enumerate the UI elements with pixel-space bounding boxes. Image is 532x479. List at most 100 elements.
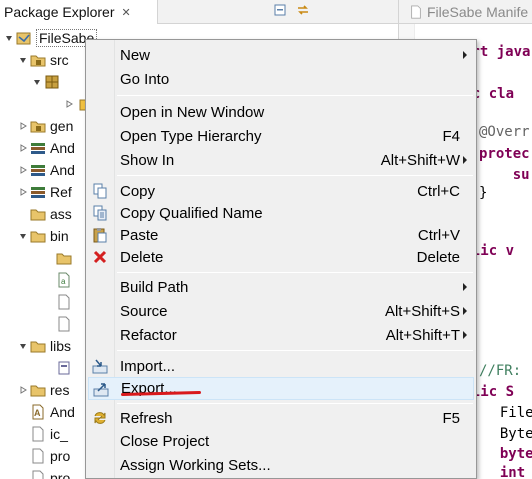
copy-icon	[93, 183, 107, 199]
menu-item-source[interactable]: Source Alt+Shift+S	[88, 300, 474, 323]
tree-item-manifest[interactable]: A And	[28, 401, 75, 423]
menu-item-refactor[interactable]: Refactor Alt+Shift+T	[88, 324, 474, 347]
folder-icon	[56, 253, 72, 265]
tree-item-label: res	[50, 382, 70, 398]
menu-item-label: Assign Working Sets...	[120, 457, 271, 474]
submenu-arrow-icon	[463, 331, 467, 339]
copy-qualified-icon	[93, 205, 107, 221]
tree-item-label: libs	[50, 338, 72, 354]
tree-item-project[interactable]: FileSabe	[4, 27, 98, 49]
tree-item-bin-file[interactable]	[54, 291, 76, 313]
collapsed-arrow-icon[interactable]	[64, 93, 74, 115]
jar-icon	[58, 361, 70, 375]
tab-manifest[interactable]: FileSabe Manife	[409, 0, 528, 24]
menu-item-open-in-new-window[interactable]: Open in New Window	[88, 101, 474, 124]
code-line: Byte	[483, 426, 532, 442]
code-line: @Overr	[479, 124, 530, 140]
collapsed-arrow-icon[interactable]	[18, 115, 28, 137]
tree-item-file[interactable]: pro	[28, 445, 70, 467]
menu-item-label: Paste	[120, 227, 159, 244]
tree-item-file[interactable]: pro	[28, 467, 70, 479]
tree-item-label: src	[50, 52, 69, 68]
expanded-arrow-icon[interactable]	[18, 49, 28, 71]
source-folder-icon	[30, 121, 46, 133]
tree-item-jar[interactable]	[54, 357, 76, 379]
menu-item-open-type-hierarchy[interactable]: Open Type Hierarchy F4	[88, 125, 474, 148]
menu-item-label: Go Into	[120, 71, 170, 88]
collapsed-arrow-icon[interactable]	[18, 159, 28, 181]
explorer-toolbar	[272, 1, 312, 19]
tree-item-bin-file[interactable]: a	[54, 269, 76, 291]
library-icon	[31, 143, 45, 154]
code-line: su	[479, 167, 530, 183]
tree-item-bin-child[interactable]	[44, 247, 76, 269]
menu-item-new[interactable]: New	[88, 44, 474, 67]
menu-item-shortcut: Alt+Shift+T	[385, 327, 460, 344]
menu-item-label: Copy Qualified Name	[120, 205, 263, 222]
collapsed-arrow-icon[interactable]	[18, 181, 28, 203]
tree-item-label: ass	[50, 206, 72, 222]
code-line: //FR:	[479, 363, 522, 379]
menu-item-import[interactable]: Import...	[88, 355, 474, 378]
menu-item-show-in[interactable]: Show In Alt+Shift+W	[88, 149, 474, 172]
link-with-editor-icon[interactable]	[294, 1, 312, 19]
explorer-tab-title: Package Explorer	[4, 4, 115, 20]
library-icon	[31, 165, 45, 176]
menu-item-refresh[interactable]: Refresh F5	[88, 407, 474, 430]
expanded-arrow-icon[interactable]	[18, 335, 28, 357]
tree-item-label: ic_	[50, 426, 68, 442]
menu-item-go-into[interactable]: Go Into	[88, 68, 474, 91]
manifest-icon	[411, 5, 421, 19]
expanded-arrow-icon[interactable]	[18, 225, 28, 247]
tree-item-referenced-libraries[interactable]: Ref	[18, 181, 72, 203]
collapsed-arrow-icon[interactable]	[18, 137, 28, 159]
menu-item-label: Copy	[120, 183, 156, 200]
menu-item-label: Build Path	[120, 279, 189, 296]
tree-item-libs[interactable]: libs	[18, 335, 71, 357]
menu-separator	[117, 350, 473, 351]
tree-item-label: And	[50, 404, 75, 420]
svg-text:A: A	[34, 408, 41, 418]
tree-item-android-library[interactable]: And	[18, 159, 75, 181]
menu-item-assign-working-sets[interactable]: Assign Working Sets...	[88, 454, 474, 477]
menu-item-build-path[interactable]: Build Path	[88, 276, 474, 299]
expanded-arrow-icon[interactable]	[32, 71, 42, 93]
folder-icon	[30, 209, 46, 221]
menu-item-close-project[interactable]: Close Project	[88, 430, 474, 453]
file-icon	[58, 294, 70, 310]
tree-item-bin-file[interactable]	[54, 313, 76, 335]
tab-package-explorer[interactable]: Package Explorer ✕	[0, 0, 158, 24]
menu-item-copy-qualified-name[interactable]: Copy Qualified Name	[88, 202, 474, 225]
collapsed-arrow-icon[interactable]	[18, 379, 28, 401]
tree-item-bin[interactable]: bin	[18, 225, 69, 247]
tree-item-label: And	[50, 140, 75, 156]
svg-text:a: a	[61, 277, 66, 286]
menu-item-delete[interactable]: Delete Delete	[88, 246, 474, 269]
tree-item-assets[interactable]: ass	[28, 203, 72, 225]
expanded-arrow-icon[interactable]	[4, 27, 14, 49]
tree-item-package[interactable]	[32, 71, 64, 93]
menu-item-shortcut: Alt+Shift+W	[380, 152, 460, 169]
submenu-arrow-icon	[463, 51, 467, 59]
tree-item-src[interactable]: src	[18, 49, 69, 71]
menu-item-shortcut: F5	[442, 410, 460, 427]
menu-item-label: Refresh	[120, 410, 173, 427]
menu-item-copy[interactable]: Copy Ctrl+C	[88, 180, 474, 203]
tree-item-file[interactable]: ic_	[28, 423, 68, 445]
close-icon[interactable]: ✕	[122, 6, 131, 19]
tree-item-gen[interactable]: gen	[18, 115, 73, 137]
collapse-all-icon[interactable]	[272, 1, 290, 19]
tree-item-res[interactable]: res	[18, 379, 69, 401]
menu-item-export[interactable]: Export...	[88, 377, 474, 400]
import-icon	[92, 359, 108, 374]
menu-item-shortcut: F4	[442, 128, 460, 145]
tree-item-android-library[interactable]: And	[18, 137, 75, 159]
manifest-icon: A	[32, 404, 44, 420]
menu-item-shortcut: Ctrl+V	[417, 227, 460, 244]
menu-item-label: Refactor	[120, 327, 177, 344]
menu-item-paste[interactable]: Paste Ctrl+V	[88, 224, 474, 247]
project-icon	[16, 32, 31, 45]
menu-item-label: Delete	[120, 249, 164, 266]
file-icon	[32, 426, 44, 442]
